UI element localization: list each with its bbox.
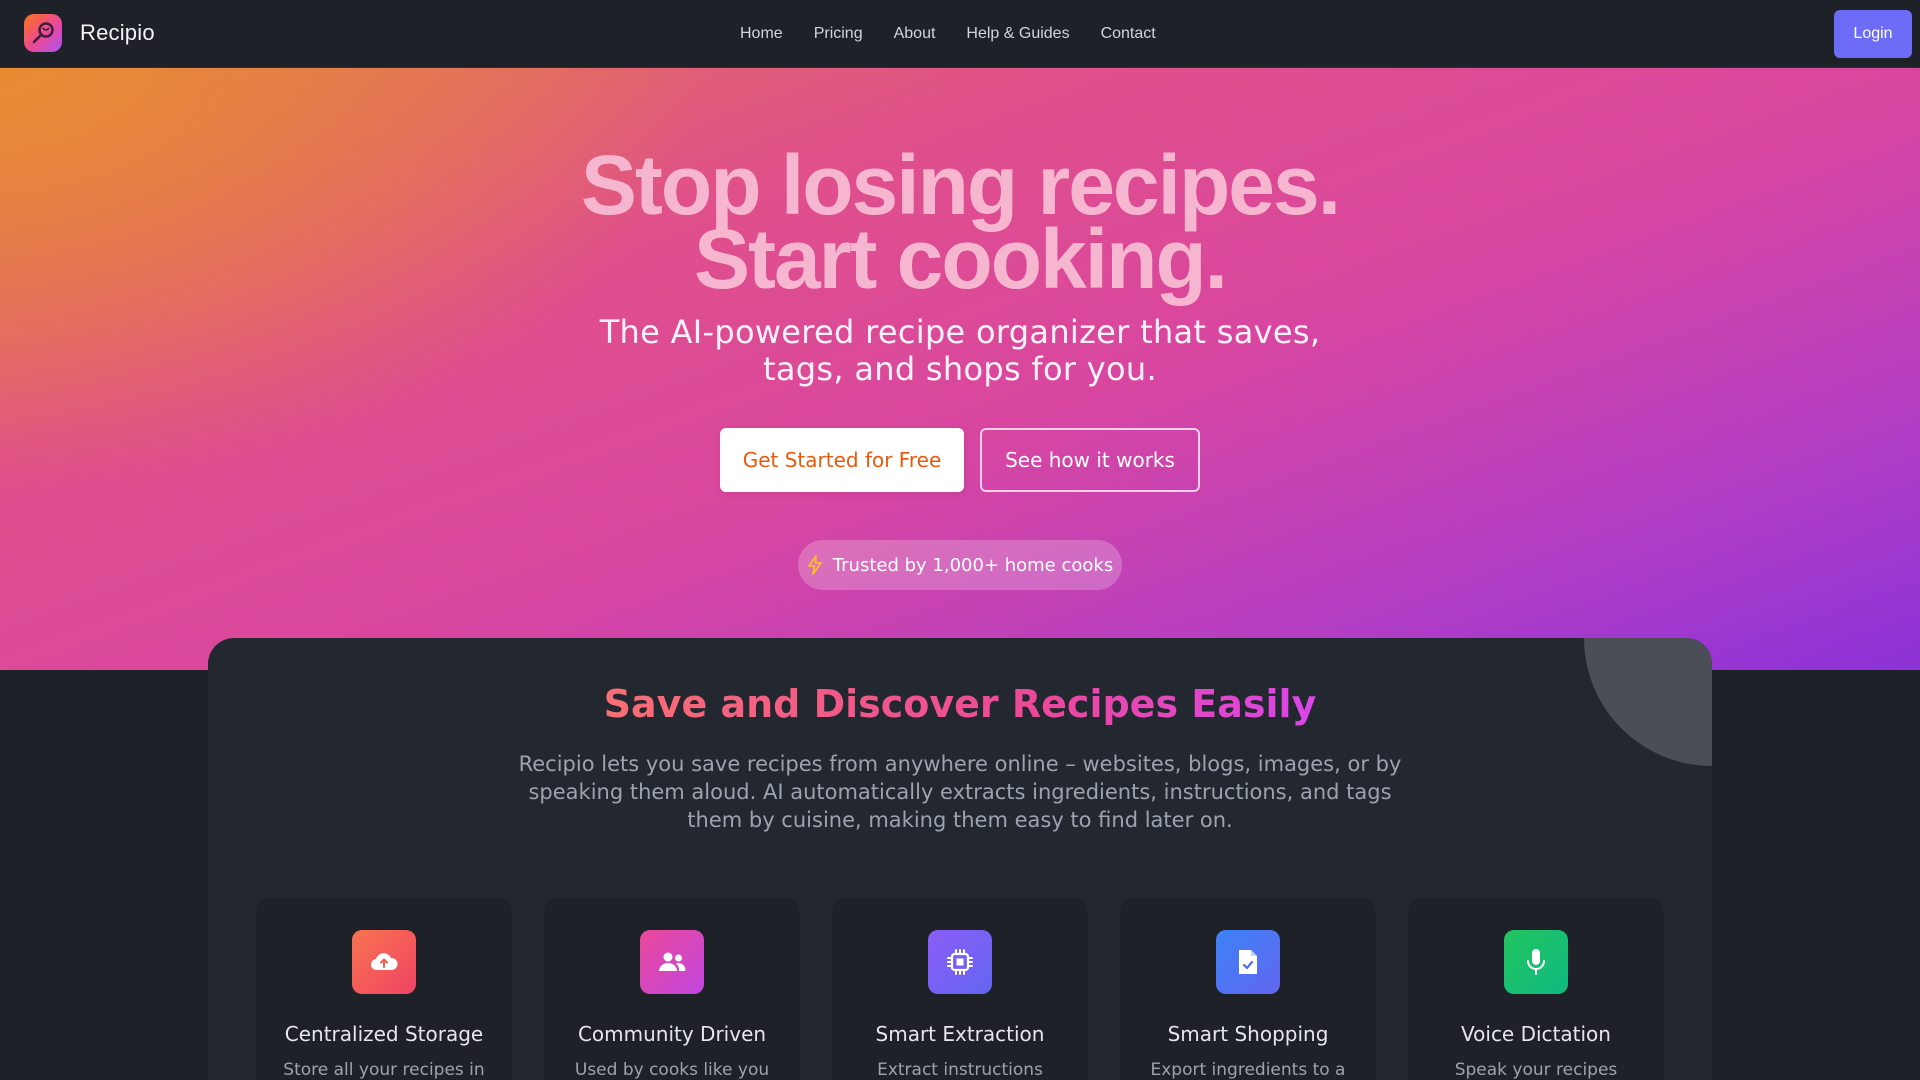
trust-text: Trusted by 1,000+ home cooks — [832, 554, 1114, 576]
hero-title-line-1: Stop losing recipes. — [580, 138, 1341, 232]
cloud-upload-icon — [352, 930, 416, 994]
microphone-icon — [1504, 930, 1568, 994]
feature-title: Voice Dictation — [1461, 1022, 1611, 1046]
hero-title: Stop losing recipes. Start cooking. — [0, 138, 1920, 306]
brand-name: Recipio — [80, 20, 155, 45]
chip-icon — [928, 930, 992, 994]
main-nav: Home Pricing About Help & Guides Contact — [740, 0, 1156, 68]
nav-help-guides[interactable]: Help & Guides — [966, 25, 1069, 43]
hero-section: Stop losing recipes. Start cooking. The … — [0, 68, 1920, 670]
users-icon — [640, 930, 704, 994]
feature-description: Export ingredients to a — [1150, 1060, 1346, 1080]
feature-title: Smart Extraction — [875, 1022, 1045, 1046]
feature-card-smart-extraction: Smart Extraction Extract instructions — [832, 898, 1088, 1080]
features-title: Save and Discover Recipes Easily — [208, 682, 1712, 726]
hero-title-line-2: Start cooking. — [693, 212, 1228, 306]
feature-title: Smart Shopping — [1167, 1022, 1329, 1046]
lightning-icon — [807, 555, 822, 575]
feature-title: Community Driven — [577, 1022, 767, 1046]
document-check-icon — [1216, 930, 1280, 994]
feature-cards: Centralized Storage Store all your recip… — [256, 898, 1664, 1080]
see-how-it-works-button[interactable]: See how it works — [980, 428, 1200, 492]
nav-pricing[interactable]: Pricing — [814, 25, 863, 43]
login-button[interactable]: Login — [1834, 10, 1912, 58]
feature-description: Extract instructions — [877, 1060, 1043, 1080]
feature-description: Used by cooks like you — [574, 1060, 770, 1080]
feature-title: Centralized Storage — [284, 1022, 484, 1046]
feature-card-centralized-storage: Centralized Storage Store all your recip… — [256, 898, 512, 1080]
feature-description: Store all your recipes in — [283, 1060, 485, 1080]
whisk-logo-icon — [24, 14, 62, 52]
feature-description: Speak your recipes — [1454, 1060, 1618, 1080]
feature-card-voice-dictation: Voice Dictation Speak your recipes — [1408, 898, 1664, 1080]
hero-subtitle: The AI-powered recipe organizer that sav… — [599, 313, 1321, 388]
features-panel: Save and Discover Recipes Easily Recipio… — [208, 638, 1712, 1080]
nav-home[interactable]: Home — [740, 25, 783, 43]
nav-about[interactable]: About — [894, 25, 936, 43]
top-navbar: Recipio Home Pricing About Help & Guides… — [0, 0, 1920, 68]
brand[interactable]: Recipio — [24, 14, 155, 52]
trust-badge: Trusted by 1,000+ home cooks — [798, 540, 1122, 590]
get-started-button[interactable]: Get Started for Free — [720, 428, 964, 492]
nav-contact[interactable]: Contact — [1101, 25, 1156, 43]
feature-card-smart-shopping: Smart Shopping Export ingredients to a — [1120, 898, 1376, 1080]
features-description: Recipio lets you save recipes from anywh… — [518, 752, 1402, 832]
feature-card-community-driven: Community Driven Used by cooks like you — [544, 898, 800, 1080]
